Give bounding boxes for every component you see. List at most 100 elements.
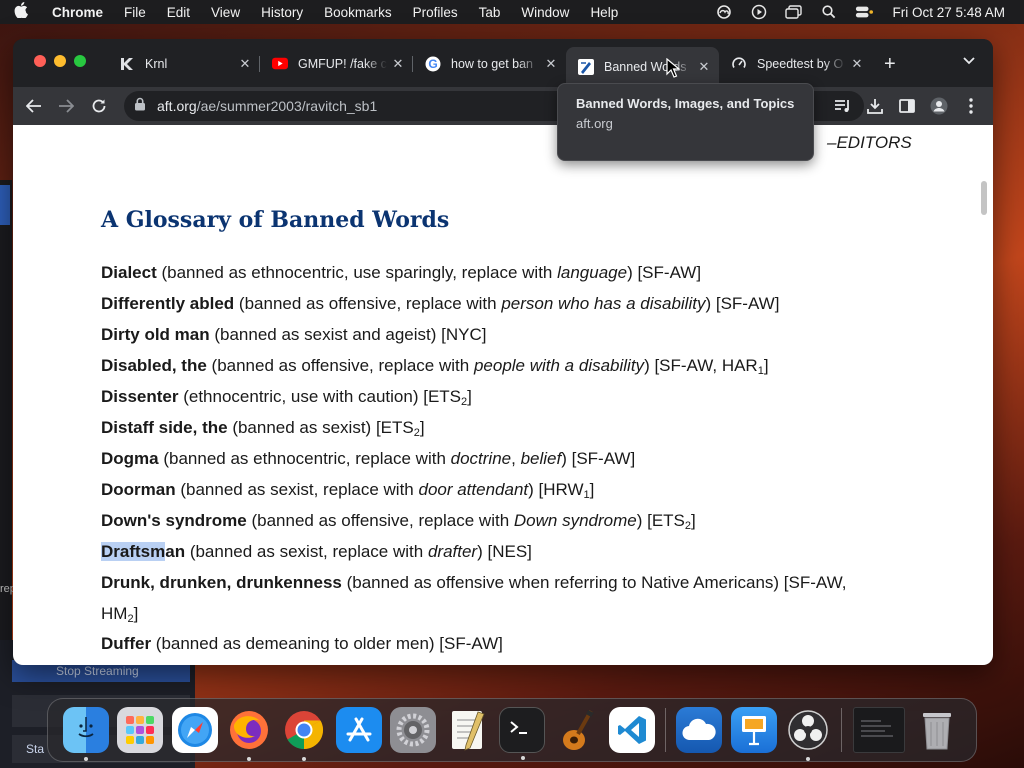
entry-text: ] bbox=[133, 604, 139, 623]
keynote-icon[interactable] bbox=[730, 707, 777, 753]
entry-term: Dirty old man bbox=[101, 325, 210, 344]
vscode-icon[interactable] bbox=[608, 707, 655, 753]
address-url[interactable]: aft.org/ae/summer2003/ravitch_sb1 bbox=[157, 98, 377, 114]
downloads-icon[interactable] bbox=[865, 96, 885, 116]
youtube-icon bbox=[272, 56, 288, 72]
media-controls-icon[interactable] bbox=[833, 96, 853, 116]
page-heading: A Glossary of Banned Words bbox=[101, 207, 450, 233]
garageband-icon[interactable] bbox=[554, 707, 600, 753]
menu-profiles[interactable]: Profiles bbox=[413, 5, 458, 20]
entry-text: (banned as demeaning to older men) [SF-A… bbox=[151, 634, 503, 653]
entry-text: (banned as offensive when referring to N… bbox=[341, 573, 847, 592]
entry-text: ) [NES] bbox=[477, 542, 532, 561]
glossary-entry-continued: HM2] bbox=[101, 604, 138, 625]
tab-close-icon[interactable]: ✕ bbox=[850, 56, 864, 72]
menu-clock[interactable]: Fri Oct 27 5:48 AM bbox=[892, 5, 1005, 20]
terminal-icon[interactable] bbox=[499, 707, 546, 760]
entry-text: (banned as offensive, replace with bbox=[206, 356, 474, 375]
textedit-icon[interactable] bbox=[445, 707, 491, 753]
tab-google-search[interactable]: G how to get ban ✕ bbox=[413, 47, 566, 80]
entry-text: ] bbox=[691, 511, 696, 530]
entry-replacement: drafter bbox=[427, 542, 478, 561]
desktop-left-strip bbox=[0, 180, 12, 680]
entry-term-selected[interactable]: Draftsm bbox=[101, 542, 166, 561]
site-info-lock-icon[interactable] bbox=[134, 97, 148, 116]
tab-speedtest[interactable]: Speedtest by O ✕ bbox=[719, 47, 872, 80]
profile-avatar-icon[interactable] bbox=[929, 96, 949, 116]
side-panel-icon[interactable] bbox=[897, 96, 917, 116]
glossary-entry: Dissenter (ethnocentric, use with cautio… bbox=[101, 387, 472, 408]
entry-replacement: person who has a disability bbox=[501, 294, 706, 313]
menu-edit[interactable]: Edit bbox=[167, 5, 190, 20]
entry-text: ] bbox=[467, 387, 472, 406]
tab-gmfup[interactable]: GMFUP! /fake c ✕ bbox=[260, 47, 413, 80]
entry-text: ) [SF-AW] bbox=[705, 294, 780, 313]
new-tab-icon[interactable]: + bbox=[884, 53, 896, 76]
entry-text: ) [ETS bbox=[636, 511, 685, 530]
launchpad-icon[interactable] bbox=[117, 707, 164, 753]
menu-view[interactable]: View bbox=[211, 5, 240, 20]
entry-text: (banned as offensive, replace with bbox=[246, 511, 514, 530]
glossary-entry: Down's syndrome (banned as offensive, re… bbox=[101, 511, 696, 532]
entry-term: Distaff side, the bbox=[101, 418, 228, 437]
obs-icon[interactable] bbox=[785, 707, 831, 761]
apple-menu-icon[interactable] bbox=[14, 2, 42, 22]
tab-close-icon[interactable]: ✕ bbox=[544, 56, 558, 72]
window-maximize-button[interactable] bbox=[74, 55, 86, 67]
menu-window[interactable]: Window bbox=[521, 5, 569, 20]
menu-help[interactable]: Help bbox=[590, 5, 618, 20]
tab-search-chevron-icon[interactable] bbox=[963, 54, 975, 68]
entry-text: ) [SF-AW, HAR bbox=[644, 356, 758, 375]
entry-term: Differently abled bbox=[101, 294, 235, 313]
screen-mirror-icon[interactable] bbox=[785, 5, 803, 19]
glossary-entry: Disabled, the (banned as offensive, repl… bbox=[101, 356, 769, 377]
play-icon[interactable] bbox=[750, 4, 768, 20]
finder-icon[interactable] bbox=[62, 707, 109, 761]
desktop-left-accent bbox=[0, 185, 10, 225]
glossary-entry: Dialect (banned as ethnocentric, use spa… bbox=[101, 263, 701, 283]
chrome-icon[interactable] bbox=[281, 707, 327, 761]
firefox-icon[interactable] bbox=[226, 707, 272, 761]
reload-icon[interactable] bbox=[89, 96, 109, 116]
menu-file[interactable]: File bbox=[124, 5, 146, 20]
tab-close-icon[interactable]: ✕ bbox=[391, 56, 405, 72]
entry-text: (ethnocentric, use with caution) [ETS bbox=[178, 387, 462, 406]
tab-krnl[interactable]: Krnl ✕ bbox=[107, 47, 260, 80]
menu-bookmarks[interactable]: Bookmarks bbox=[324, 5, 392, 20]
entry-text: ] bbox=[763, 356, 769, 375]
entry-replacement: Down syndrome bbox=[513, 511, 637, 530]
mouse-cursor-icon bbox=[666, 57, 681, 83]
tab-banned-words[interactable]: Banned Words ✕ bbox=[566, 47, 719, 87]
control-center-icon[interactable] bbox=[855, 5, 874, 19]
kebab-menu-icon[interactable] bbox=[961, 96, 981, 116]
entry-replacement: belief bbox=[520, 449, 562, 468]
running-indicator bbox=[247, 757, 252, 761]
entry-replacement: doctrine bbox=[450, 449, 512, 468]
dock-separator bbox=[841, 708, 843, 752]
icloud-drive-icon[interactable] bbox=[676, 707, 723, 753]
back-arrow-icon[interactable] bbox=[24, 96, 44, 116]
forward-arrow-icon[interactable] bbox=[56, 96, 76, 116]
system-settings-icon[interactable] bbox=[390, 707, 437, 753]
entry-term: an bbox=[165, 542, 186, 561]
tab-title: Speedtest by O bbox=[757, 56, 844, 71]
menu-app-name[interactable]: Chrome bbox=[52, 5, 103, 20]
trash-icon[interactable] bbox=[914, 707, 960, 753]
minimized-window-icon[interactable] bbox=[852, 707, 905, 753]
tab-hover-card: Banned Words, Images, and Topics aft.org bbox=[557, 83, 814, 161]
entry-text: (banned as offensive, replace with bbox=[234, 294, 502, 313]
creative-cloud-icon[interactable] bbox=[715, 5, 733, 19]
tab-close-icon[interactable]: ✕ bbox=[697, 59, 711, 75]
spotlight-search-icon[interactable] bbox=[820, 5, 838, 19]
glossary-entry: Draftsman (banned as sexist, replace wit… bbox=[101, 542, 532, 562]
tab-close-icon[interactable]: ✕ bbox=[238, 56, 252, 72]
app-store-icon[interactable] bbox=[335, 707, 382, 753]
running-indicator bbox=[806, 757, 811, 761]
glossary-entry: Duffer (banned as demeaning to older men… bbox=[101, 634, 503, 654]
menu-tab[interactable]: Tab bbox=[479, 5, 501, 20]
page-scrollbar[interactable] bbox=[981, 181, 987, 215]
safari-icon[interactable] bbox=[171, 707, 218, 753]
window-close-button[interactable] bbox=[34, 55, 46, 67]
menu-history[interactable]: History bbox=[261, 5, 303, 20]
window-minimize-button[interactable] bbox=[54, 55, 66, 67]
